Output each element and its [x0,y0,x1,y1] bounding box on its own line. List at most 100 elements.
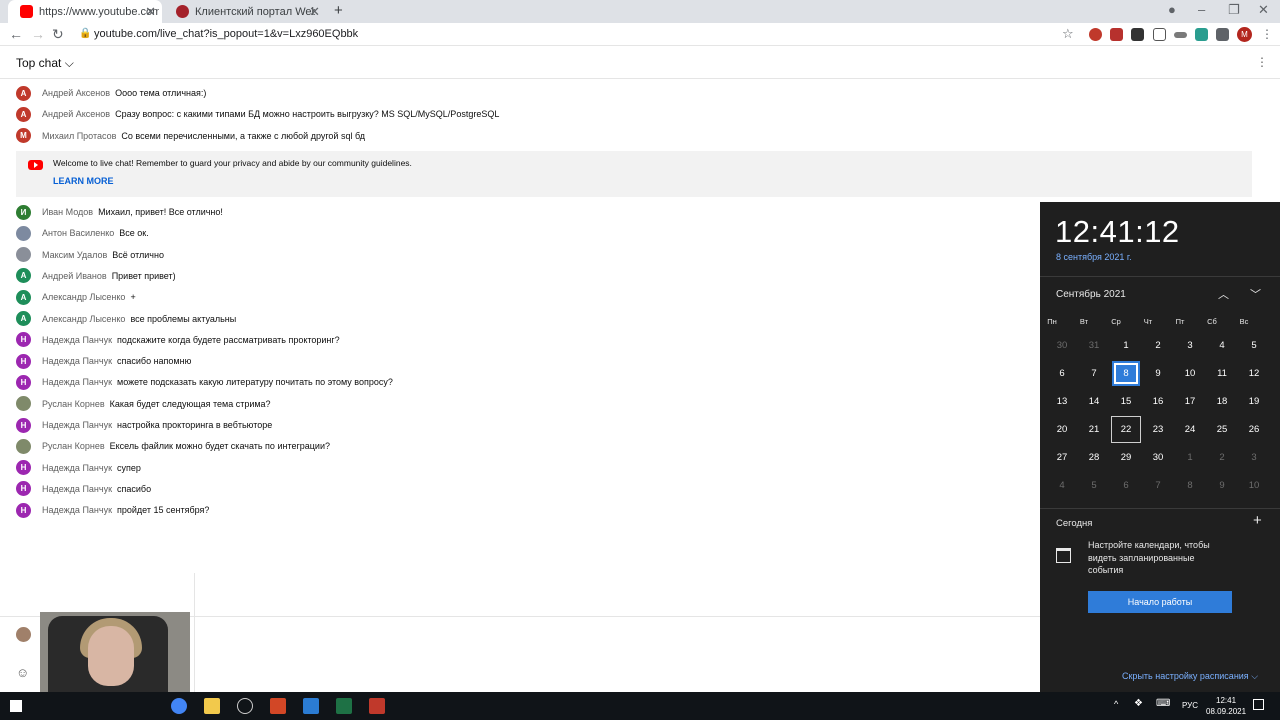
calendar-day[interactable]: 25 [1208,417,1236,442]
message-author[interactable]: Надежда Панчук [42,420,112,430]
message-author[interactable]: Андрей Иванов [42,271,107,281]
excel-icon[interactable] [336,698,352,714]
emoji-icon[interactable]: ☺ [16,665,29,680]
tab-search-icon[interactable]: ● [1168,2,1176,17]
top-chat-dropdown[interactable]: Top chat ⌵ [16,56,74,71]
calendar-day[interactable]: 2 [1208,445,1236,470]
calendar-day[interactable]: 17 [1176,389,1204,414]
close-tab-icon[interactable]: ✕ [145,4,156,20]
calendar-day[interactable]: 7 [1144,473,1172,498]
message-author[interactable]: Александр Лысенко [42,314,125,324]
close-tab-icon[interactable]: ✕ [309,4,320,20]
dropbox-icon[interactable]: ❖ [1134,698,1143,709]
clock-date-link[interactable]: 8 сентября 2021 г. [1056,252,1132,262]
calendar-day[interactable]: 14 [1080,389,1108,414]
calendar-day[interactable]: 22 [1111,416,1141,443]
calendar-day[interactable]: 29 [1112,445,1140,470]
extension-icon[interactable] [1131,28,1144,41]
language-indicator[interactable]: РУС [1182,701,1198,710]
calendar-day[interactable]: 8 [1176,473,1204,498]
calendar-day[interactable]: 31 [1080,333,1108,358]
message-author[interactable]: Надежда Панчук [42,356,112,366]
message-author[interactable]: Надежда Панчук [42,463,112,473]
calendar-day[interactable]: 8 [1112,361,1140,386]
extension-icon[interactable] [1174,32,1187,38]
calendar-day[interactable]: 20 [1048,417,1076,442]
app-icon[interactable] [303,698,319,714]
back-icon[interactable]: ← [9,26,23,42]
calendar-day[interactable]: 12 [1240,361,1268,386]
add-event-icon[interactable]: + [1253,512,1262,529]
chrome-icon[interactable] [171,698,187,714]
restore-icon[interactable]: ❐ [1228,2,1240,18]
file-explorer-icon[interactable] [204,698,220,714]
calendar-day[interactable]: 13 [1048,389,1076,414]
forward-icon[interactable]: → [31,26,45,42]
new-tab-icon[interactable]: + [334,2,343,19]
calendar-day[interactable]: 24 [1176,417,1204,442]
tray-chevron-icon[interactable]: ^ [1114,699,1118,709]
extension-icon[interactable] [1089,28,1102,41]
calendar-day[interactable]: 27 [1048,445,1076,470]
calendar-day[interactable]: 5 [1240,333,1268,358]
message-author[interactable]: Иван Модов [42,207,93,217]
tab-websoft[interactable]: Клиентский портал WebSoft ✕ [164,0,326,23]
calendar-day[interactable]: 28 [1080,445,1108,470]
calendar-day[interactable]: 15 [1112,389,1140,414]
chat-menu-icon[interactable]: ⋮ [1256,55,1268,69]
calendar-day[interactable]: 16 [1144,389,1172,414]
keyboard-icon[interactable]: ⌨ [1156,698,1170,709]
calendar-day[interactable]: 9 [1208,473,1236,498]
message-author[interactable]: Александр Лысенко [42,292,125,302]
app-icon[interactable] [369,698,385,714]
calendar-day[interactable]: 3 [1240,445,1268,470]
pocket-icon[interactable] [1153,28,1166,41]
get-started-button[interactable]: Начало работы [1088,591,1232,613]
bookmark-star-icon[interactable]: ☆ [1062,26,1074,42]
obs-icon[interactable] [237,698,253,714]
learn-more-link[interactable]: LEARN MORE [53,176,114,186]
extension-icon[interactable] [1195,28,1208,41]
calendar-day[interactable]: 26 [1240,417,1268,442]
calendar-day[interactable]: 11 [1208,361,1236,386]
calendar-day[interactable]: 5 [1080,473,1108,498]
calendar-day[interactable]: 21 [1080,417,1108,442]
minimize-icon[interactable]: – [1198,2,1205,17]
calendar-day[interactable]: 2 [1144,333,1172,358]
puzzle-icon[interactable] [1216,28,1229,41]
message-author[interactable]: Надежда Панчук [42,505,112,515]
address-bar[interactable]: youtube.com/live_chat?is_popout=1&v=Lxz9… [94,28,358,40]
message-author[interactable]: Надежда Панчук [42,484,112,494]
profile-avatar[interactable]: M [1237,27,1252,42]
calendar-day[interactable]: 9 [1144,361,1172,386]
extension-icon[interactable] [1110,28,1123,41]
close-window-icon[interactable]: ✕ [1258,2,1269,18]
reload-icon[interactable]: ↻ [52,26,64,43]
calendar-day[interactable]: 4 [1048,473,1076,498]
windows-start-icon[interactable] [10,700,22,712]
message-author[interactable]: Андрей Аксенов [42,109,110,119]
message-author[interactable]: Надежда Панчук [42,377,112,387]
powerpoint-icon[interactable] [270,698,286,714]
message-author[interactable]: Надежда Панчук [42,335,112,345]
message-author[interactable]: Андрей Аксенов [42,88,110,98]
chevron-up-icon[interactable]: ︿ [1218,286,1229,302]
calendar-day[interactable]: 30 [1144,445,1172,470]
calendar-day[interactable]: 1 [1112,333,1140,358]
message-author[interactable]: Руслан Корнев [42,399,105,409]
calendar-day[interactable]: 4 [1208,333,1236,358]
calendar-day[interactable]: 3 [1176,333,1204,358]
calendar-day[interactable]: 6 [1048,361,1076,386]
message-author[interactable]: Михаил Протасов [42,131,116,141]
hide-schedule-link[interactable]: Скрыть настройку расписания ⌵ [1122,671,1258,682]
taskbar-clock[interactable]: 12:41 08.09.2021 [1206,695,1246,717]
month-label[interactable]: Сентябрь 2021 [1056,289,1126,300]
calendar-day[interactable]: 7 [1080,361,1108,386]
notification-icon[interactable] [1253,699,1264,710]
calendar-day[interactable]: 18 [1208,389,1236,414]
tab-youtube[interactable]: https://www.youtube.com/live_ch ✕ [8,0,162,23]
calendar-day[interactable]: 10 [1240,473,1268,498]
calendar-day[interactable]: 19 [1240,389,1268,414]
calendar-day[interactable]: 10 [1176,361,1204,386]
calendar-day[interactable]: 6 [1112,473,1140,498]
